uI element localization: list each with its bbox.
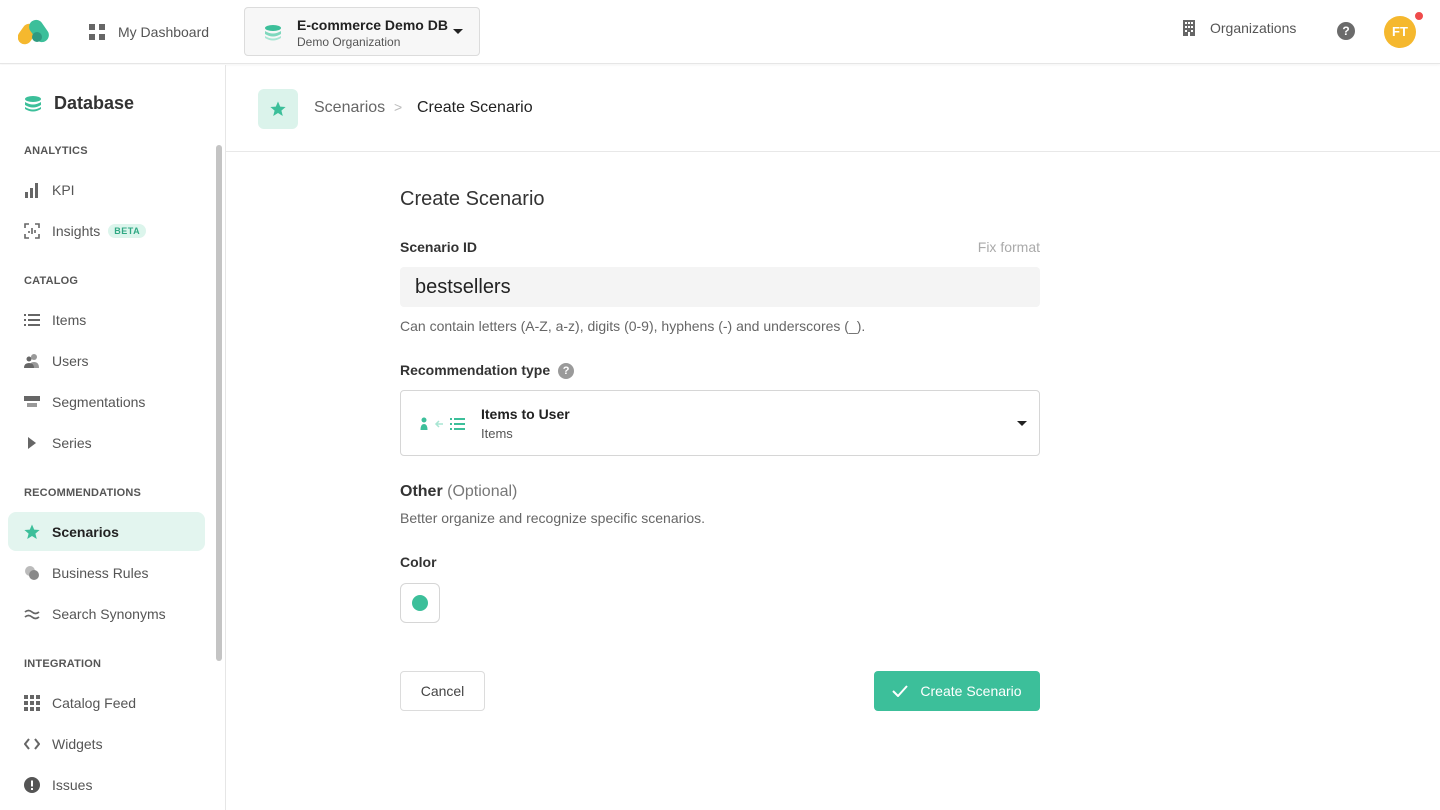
sidebar: Database ANALYTICS KPI Insights BETA CAT… [0, 65, 226, 810]
business-rules-icon [24, 565, 40, 581]
sidebar-item-label: Business Rules [52, 564, 149, 581]
sidebar-scrollbar[interactable] [216, 145, 222, 661]
other-heading: Other (Optional) [400, 483, 517, 501]
section-integration: INTEGRATION [24, 658, 102, 670]
avatar[interactable]: FT [1384, 16, 1416, 48]
building-icon [1183, 20, 1195, 36]
database-selector[interactable]: E-commerce Demo DB Demo Organization [244, 7, 480, 56]
sidebar-item-items[interactable]: Items [8, 300, 205, 339]
sidebar-item-label: Series [52, 434, 92, 451]
other-hint: Better organize and recognize specific s… [400, 510, 706, 526]
play-icon [24, 435, 40, 451]
database-icon [265, 25, 281, 41]
code-icon [24, 736, 40, 752]
sidebar-item-search-synonyms[interactable]: Search Synonyms [8, 594, 205, 633]
insights-icon [24, 222, 40, 239]
sidebar-item-segmentations[interactable]: Segmentations [8, 382, 205, 421]
section-analytics: ANALYTICS [24, 145, 88, 157]
star-icon [258, 89, 298, 129]
grid-icon [89, 24, 105, 40]
items-to-user-icon [420, 417, 465, 430]
sidebar-item-label: Widgets [52, 735, 103, 752]
approx-icon [24, 606, 40, 622]
chevron-down-icon [1017, 421, 1027, 426]
recommendation-type-text: Recommendation type [400, 362, 551, 378]
sidebar-item-label: KPI [52, 181, 75, 198]
recommendation-type-subtitle: Items [481, 426, 513, 441]
other-label: Other [400, 483, 443, 500]
database-icon [25, 95, 41, 111]
sidebar-item-label: Insights [52, 222, 101, 239]
sidebar-title: Database [24, 93, 134, 114]
section-catalog: CATALOG [24, 275, 79, 287]
sidebar-item-scenarios[interactable]: Scenarios [8, 512, 205, 551]
sidebar-item-kpi[interactable]: KPI [8, 170, 205, 209]
sidebar-item-label: Items [52, 311, 87, 328]
bar-chart-icon [24, 182, 40, 198]
top-bar: My Dashboard E-commerce Demo DB Demo Org… [0, 0, 1440, 64]
sidebar-item-business-rules[interactable]: Business Rules [8, 553, 205, 592]
recommendation-type-select[interactable]: Items to User Items [400, 390, 1040, 456]
breadcrumb: Scenarios > Create Scenario [226, 65, 1440, 152]
chevron-right-icon: > [394, 99, 403, 115]
sidebar-item-label: Scenarios [52, 523, 119, 540]
database-organization: Demo Organization [297, 35, 401, 49]
organizations-label: Organizations [1210, 20, 1297, 36]
create-scenario-label: Create Scenario [920, 683, 1022, 699]
scenario-id-label: Scenario ID [400, 239, 478, 255]
color-picker-button[interactable] [400, 583, 440, 623]
my-dashboard-label: My Dashboard [118, 24, 210, 40]
color-label: Color [400, 554, 437, 570]
page-title: Create Scenario [400, 188, 545, 210]
list-icon [24, 312, 40, 328]
sidebar-item-catalog-feed[interactable]: Catalog Feed [8, 683, 205, 722]
alert-icon [24, 776, 40, 793]
star-icon [24, 524, 40, 540]
color-swatch [412, 595, 428, 611]
sidebar-item-issues[interactable]: Issues [8, 765, 205, 804]
check-icon [892, 685, 909, 697]
sidebar-item-users[interactable]: Users [8, 341, 205, 380]
breadcrumb-current: Create Scenario [417, 99, 533, 116]
recommendation-type-title: Items to User [481, 406, 570, 422]
scenario-id-input[interactable] [400, 267, 1040, 307]
help-icon[interactable]: ? [1337, 22, 1355, 40]
section-recommendations: RECOMMENDATIONS [24, 487, 142, 499]
app-logo-icon[interactable] [18, 17, 56, 45]
sidebar-item-widgets[interactable]: Widgets [8, 724, 205, 763]
sidebar-item-label: Issues [52, 776, 93, 793]
sidebar-item-series[interactable]: Series [8, 423, 205, 462]
create-scenario-button[interactable]: Create Scenario [874, 671, 1040, 711]
users-icon [24, 353, 40, 369]
breadcrumb-scenarios-link[interactable]: Scenarios [314, 99, 385, 117]
database-name: E-commerce Demo DB [297, 17, 448, 33]
beta-badge: BETA [108, 223, 147, 238]
my-dashboard-link[interactable]: My Dashboard [88, 20, 209, 44]
chevron-down-icon [453, 29, 463, 34]
help-icon[interactable]: ? [558, 363, 575, 380]
organizations-link[interactable]: Organizations [1182, 20, 1296, 36]
segmentations-icon [24, 394, 40, 410]
recommendation-type-label: Recommendation type? [400, 362, 575, 380]
optional-label: (Optional) [447, 483, 518, 500]
notification-dot [1413, 10, 1425, 22]
sidebar-item-label: Catalog Feed [52, 694, 137, 711]
sidebar-item-insights[interactable]: Insights BETA [8, 211, 205, 250]
sidebar-title-label: Database [54, 93, 135, 113]
fix-format-link[interactable]: Fix format [978, 239, 1040, 255]
grid-dots-icon [24, 694, 40, 711]
cancel-button[interactable]: Cancel [400, 671, 485, 711]
sidebar-item-label: Search Synonyms [52, 605, 166, 622]
sidebar-item-label: Segmentations [52, 393, 146, 410]
sidebar-item-label: Users [52, 352, 89, 369]
scenario-id-hint: Can contain letters (A-Z, a-z), digits (… [400, 318, 866, 334]
